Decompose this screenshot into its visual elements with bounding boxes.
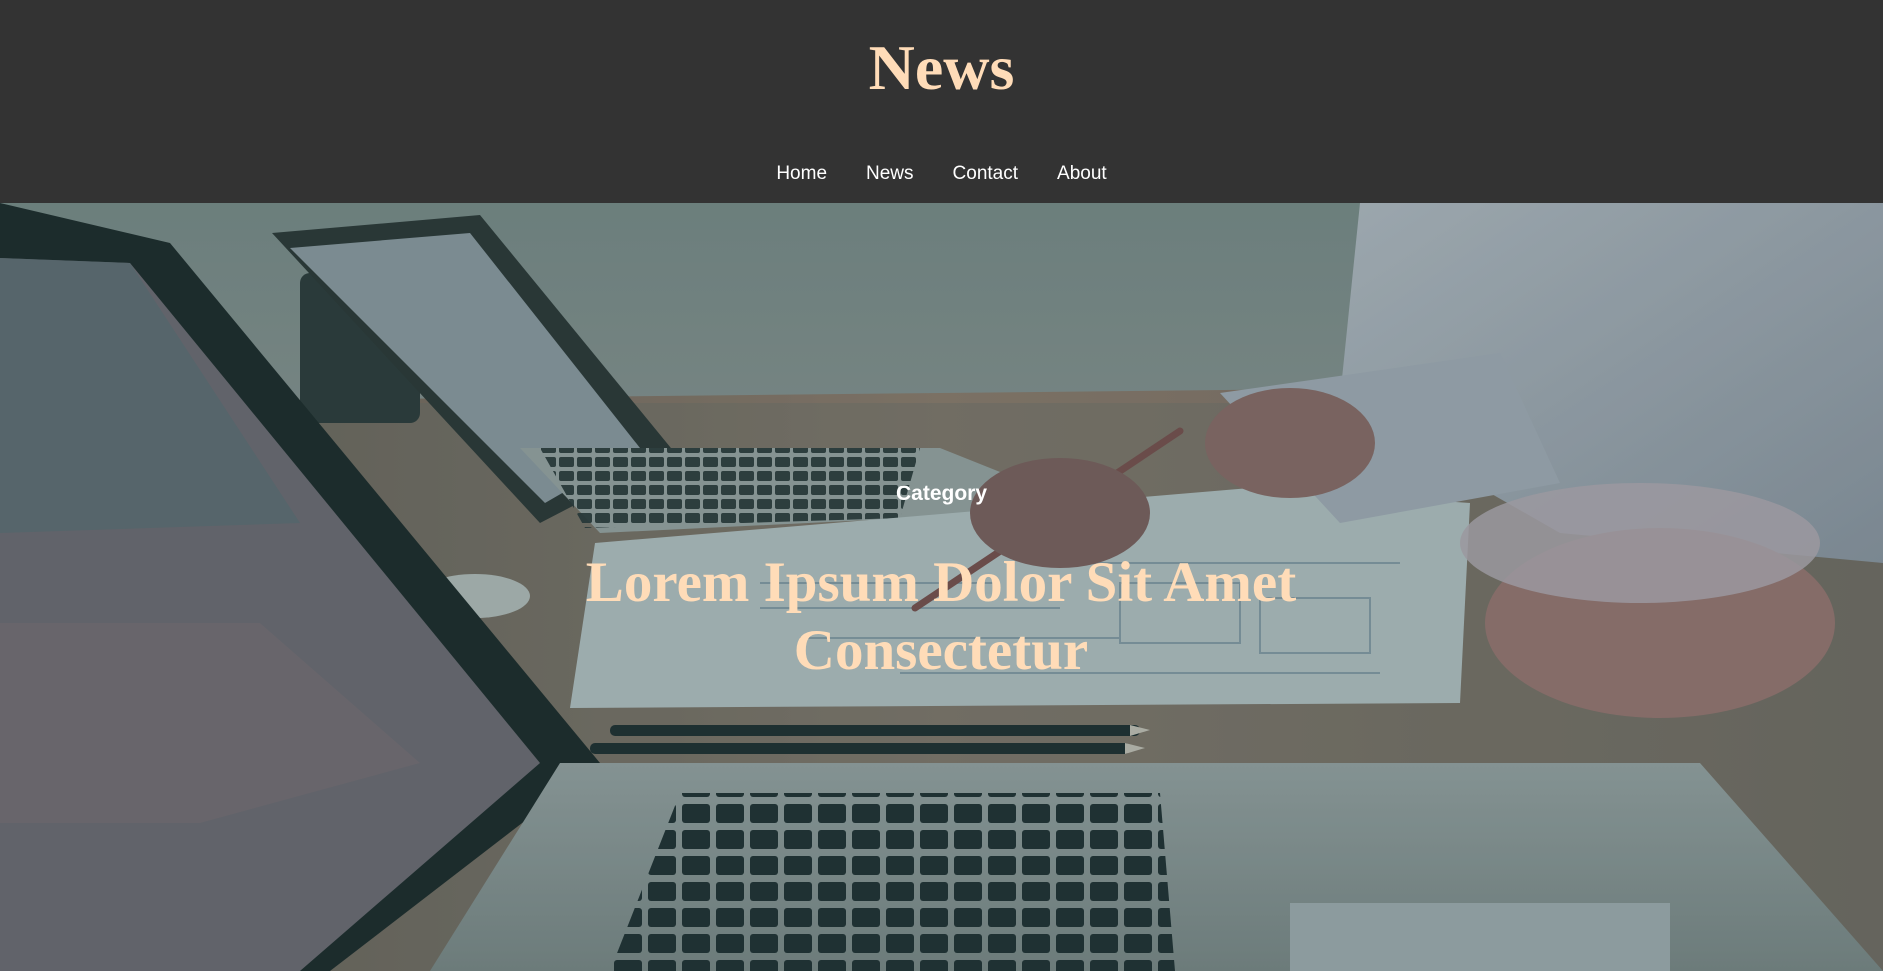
- nav-link-contact[interactable]: Contact: [953, 160, 1018, 188]
- nav-link-about[interactable]: About: [1057, 160, 1107, 188]
- site-header: News Home News Contact About: [0, 0, 1883, 203]
- hero-category-label[interactable]: Category: [0, 479, 1883, 509]
- nav-link-home[interactable]: Home: [776, 160, 827, 188]
- hero-headline[interactable]: Lorem Ipsum Dolor Sit Amet Consectetur: [541, 549, 1341, 685]
- hero-banner: Category Lorem Ipsum Dolor Sit Amet Cons…: [0, 203, 1883, 971]
- main-nav: Home News Contact About: [0, 160, 1883, 188]
- site-title: News: [868, 32, 1015, 103]
- nav-link-news[interactable]: News: [866, 160, 914, 188]
